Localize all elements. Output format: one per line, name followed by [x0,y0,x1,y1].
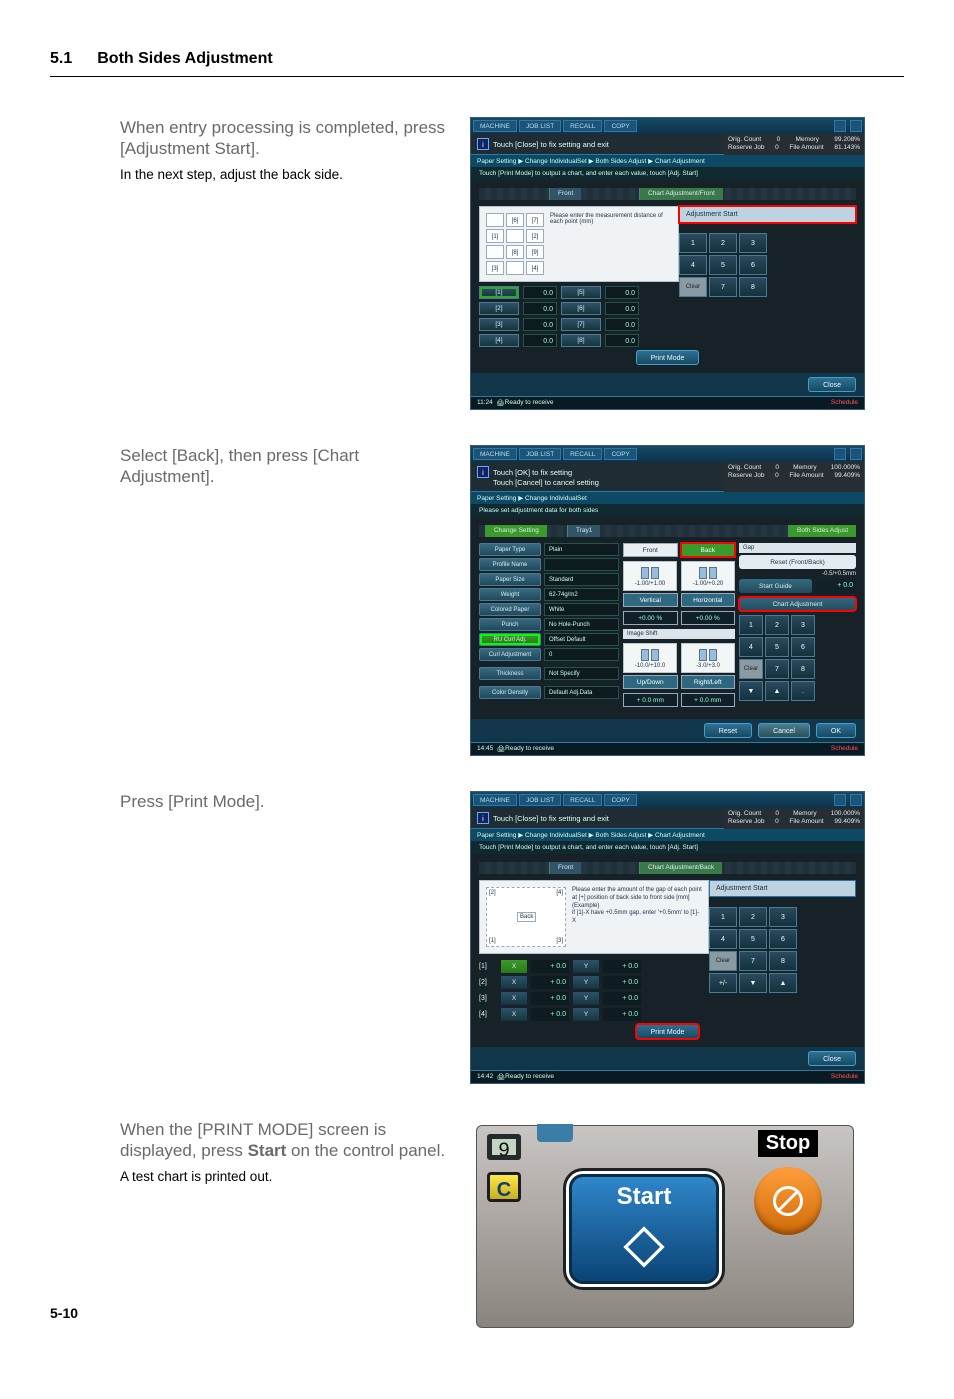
screenshot-3: MACHINE JOB LIST RECALL COPY iTouch [Clo… [470,791,865,1084]
screenshot-2: MACHINE JOB LIST RECALL COPY iTouch [OK]… [470,445,865,756]
val-4[interactable]: [4] [479,334,519,347]
val-3[interactable]: [3] [479,318,519,331]
help-icon[interactable] [850,120,862,132]
val-8[interactable]: [8] [561,334,601,347]
instruction-1b: In the next step, adjust the back side. [120,166,450,185]
val-7[interactable]: [7] [561,318,601,331]
key-4[interactable]: 4 [679,255,707,275]
instruction-2: Select [Back], then press [Chart Adjustm… [120,445,450,488]
curl-adj[interactable]: Curl Adjustment [479,648,541,661]
vertical-btn[interactable]: Vertical [623,593,678,607]
front-button[interactable]: Front [623,543,678,557]
reset-front-back[interactable]: Reset (Front/Back) [739,555,856,569]
section-number: 5.1 [50,50,72,68]
screenshot-1: MACHINE JOB LIST RECALL COPY iTouch [Clo… [470,117,865,410]
val-2[interactable]: [2] [479,302,519,315]
start-guide[interactable]: Start Guide [739,579,812,593]
val-1[interactable]: [1] [479,286,519,299]
profile-name[interactable]: Profile Name [479,558,541,571]
key-5[interactable]: 5 [709,255,737,275]
paper-type[interactable]: Paper Type [479,543,541,556]
section-title: Both Sides Adjustment [97,50,272,68]
tab-copy[interactable]: COPY [604,120,636,132]
key-8[interactable]: 8 [739,277,767,297]
stop-label: Stop [758,1130,818,1157]
tab-copy-2[interactable]: COPY [604,448,636,460]
print-mode-button-3[interactable]: Print Mode [636,1024,700,1039]
start-button[interactable]: Start [569,1174,719,1284]
adjustment-start-3[interactable]: Adjustment Start [709,880,856,897]
change-setting[interactable]: Change Setting [485,525,547,537]
instruction-4b: A test chart is printed out. [120,1168,450,1187]
instruction-3: Press [Print Mode]. [120,791,450,812]
page-number: 5-10 [50,1305,78,1321]
val-5[interactable]: [5] [561,286,601,299]
reset-button[interactable]: Reset [704,723,752,738]
tab-joblist-2[interactable]: JOB LIST [519,448,561,460]
punch[interactable]: Punch [479,618,541,631]
key-2[interactable]: 2 [709,233,737,253]
key-7[interactable]: 7 [709,277,737,297]
horizontal-btn[interactable]: Horizontal [681,593,736,607]
rightleft-btn[interactable]: Right/Left [681,675,736,689]
c-button[interactable]: C [487,1172,521,1202]
start-icon [622,1225,666,1274]
key-3[interactable]: 3 [739,233,767,253]
close-button-1[interactable]: Close [808,377,856,392]
print-mode-button-1[interactable]: Print Mode [636,350,700,365]
screen-message-2: iTouch [OK] to fix settingTouch [Cancel]… [471,462,724,492]
colored-paper[interactable]: Colored Paper [479,603,541,616]
key-clear-2[interactable]: Clear [739,659,763,679]
tab-chartadj-front[interactable]: Chart Adjustment/Front [639,188,723,200]
breadcrumb-2: Paper Setting ▶ Change IndividualSet [471,492,864,504]
tab-recall[interactable]: RECALL [563,120,602,132]
close-button-3[interactable]: Close [808,1051,856,1066]
adjustment-start-button[interactable]: Adjustment Start [679,206,856,223]
instruction-1: When entry processing is completed, pres… [120,117,450,160]
key-6[interactable]: 6 [739,255,767,275]
instruction-4: When the [PRINT MODE] screen is displaye… [120,1119,450,1162]
weight[interactable]: Weight [479,588,541,601]
tab-front[interactable]: Front [549,188,581,200]
val-6[interactable]: [6] [561,302,601,315]
updown-btn[interactable]: Up/Down [623,675,678,689]
tool-icon[interactable] [834,120,846,132]
instr-text: Please enter the measurement distance of… [550,213,672,225]
stop-button[interactable] [754,1167,822,1235]
thickness[interactable]: Thickness [479,667,541,680]
tab-machine[interactable]: MACHINE [473,120,517,132]
screen-message: iTouch [Close] to fix setting and exit [471,134,724,155]
subheader-1: Touch [Print Mode] to output a chart, an… [471,167,864,180]
key-clear[interactable]: Clear [679,277,707,297]
paper-size[interactable]: Paper Size [479,573,541,586]
control-panel: 9 C Start Stop [470,1119,860,1334]
chart-adjustment-button[interactable]: Chart Adjustment [739,597,856,611]
tab-recall-2[interactable]: RECALL [563,448,602,460]
back-button[interactable]: Back [681,543,736,557]
key-1[interactable]: 1 [679,233,707,253]
color-density[interactable]: Color Density [479,686,541,699]
tab-machine-2[interactable]: MACHINE [473,448,517,460]
tab-joblist[interactable]: JOB LIST [519,120,561,132]
counter-display: 9 [487,1134,521,1160]
ru-curl-adj[interactable]: RU Curl Adj. [479,633,541,646]
zoom-preview: -1.00/+1.00 [623,561,677,591]
guide-text: Please enter the amount of the gap of ea… [572,887,702,947]
y1[interactable]: Y [573,960,599,973]
ok-button[interactable]: OK [816,723,856,738]
x1[interactable]: X [501,960,527,973]
breadcrumb-1: Paper Setting ▶ Change IndividualSet ▶ B… [471,155,864,167]
cancel-button[interactable]: Cancel [758,723,810,738]
